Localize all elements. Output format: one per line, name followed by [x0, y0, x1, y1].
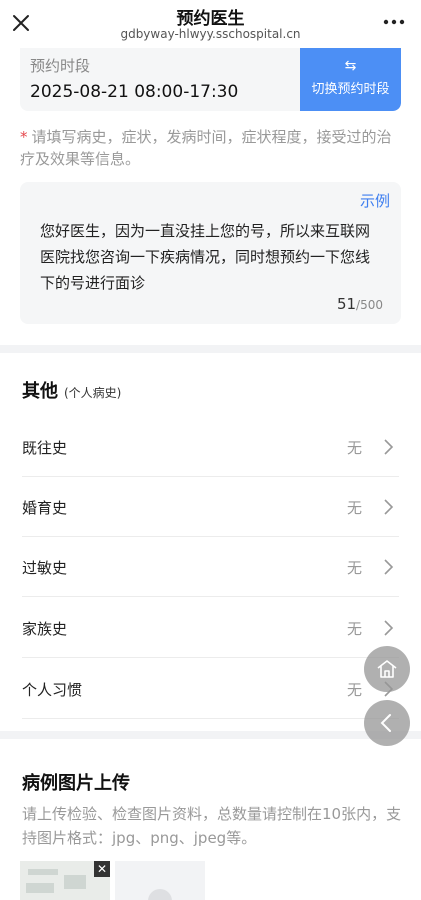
description-text[interactable]: 您好医生，因为一直没挂上您的号，所以来互联网医院找您咨询一下疾病情况，同时想预约… [40, 218, 384, 296]
char-count: 51 [336, 295, 357, 313]
row-label: 个人习惯 [22, 681, 83, 699]
appointment-time-value: 2025-08-21 08:00-17:30 [30, 82, 239, 102]
row-value: 无 [346, 499, 362, 517]
page-domain: gdbyway-hlwyy.sschospital.cn [120, 27, 301, 41]
row-label: 婚育史 [22, 499, 68, 517]
history-row-allergy[interactable]: 过敏史 无 [22, 537, 399, 597]
thumbnail-content [28, 869, 58, 875]
row-label: 既往史 [22, 439, 68, 457]
char-max: /500 [356, 298, 383, 312]
char-counter: 51/500 [337, 295, 383, 313]
row-value: 无 [346, 559, 362, 577]
uploaded-image-thumbnail[interactable]: ✕ [20, 861, 110, 900]
history-row-past[interactable]: 既往史 无 [22, 417, 399, 477]
title-bar: 预约医生 gdbyway-hlwyy.sschospital.cn [0, 0, 421, 48]
history-row-family[interactable]: 家族史 无 [22, 598, 399, 658]
back-button[interactable] [364, 700, 410, 746]
chevron-right-icon [383, 498, 395, 516]
section-subtitle: (个人病史) [64, 386, 122, 400]
switch-time-label: 切换预约时段 [311, 82, 390, 97]
section-title-text: 其他 [22, 381, 58, 402]
switch-arrows-icon: ⇆ [344, 58, 357, 74]
page-title: 预约医生 [176, 9, 245, 29]
section-title: 其他 (个人病史) [22, 377, 121, 403]
description-hint: * 请填写病史，症状，发病时间，症状程度，接受过的治疗及效果等信息。 [20, 126, 405, 170]
required-mark: * [20, 128, 28, 146]
hint-text: 请填写病史，症状，发病时间，症状程度，接受过的治疗及效果等信息。 [20, 128, 392, 168]
history-row-marital[interactable]: 婚育史 无 [22, 477, 399, 537]
home-icon [377, 660, 397, 678]
upload-section: 病例图片上传 请上传检验、检查图片资料，总数量请控制在10张内，支持图片格式：j… [0, 739, 421, 900]
description-textarea[interactable]: 示例 您好医生，因为一直没挂上您的号，所以来互联网医院找您咨询一下疾病情况，同时… [20, 182, 401, 324]
add-image-button[interactable] [115, 861, 205, 900]
row-value: 无 [346, 620, 362, 638]
chevron-left-icon [380, 714, 391, 732]
chevron-right-icon [383, 438, 395, 456]
remove-image-icon[interactable]: ✕ [94, 861, 110, 877]
history-row-habits[interactable]: 个人习惯 无 [22, 659, 399, 719]
row-label: 家族史 [22, 620, 68, 638]
camera-icon [148, 889, 172, 900]
appointment-time-label: 预约时段 [30, 57, 91, 75]
chevron-right-icon [383, 619, 395, 637]
row-label: 过敏史 [22, 559, 68, 577]
upload-title: 病例图片上传 [22, 773, 130, 794]
medical-history-section: 其他 (个人病史) 既往史 无 婚育史 无 过敏史 无 家族史 无 个人习惯 无 [0, 353, 421, 731]
more-icon[interactable] [379, 12, 409, 32]
upload-description: 请上传检验、检查图片资料，总数量请控制在10张内，支持图片格式：jpg、png、… [22, 805, 402, 847]
thumbnail-content [64, 875, 86, 889]
chevron-right-icon [383, 558, 395, 576]
row-value: 无 [346, 681, 362, 699]
switch-time-button[interactable]: ⇆ 切换预约时段 [300, 48, 401, 111]
appointment-time-card: 预约时段 2025-08-21 08:00-17:30 ⇆ 切换预约时段 [20, 48, 401, 111]
home-button[interactable] [364, 646, 410, 692]
row-value: 无 [346, 439, 362, 457]
appointment-section: 预约时段 2025-08-21 08:00-17:30 ⇆ 切换预约时段 * 请填… [0, 48, 421, 345]
thumbnail-content [26, 883, 54, 893]
example-link[interactable]: 示例 [360, 190, 390, 211]
